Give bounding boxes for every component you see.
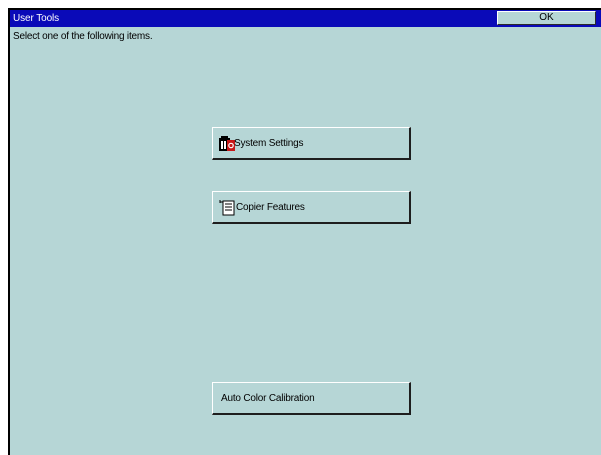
system-settings-icon bbox=[219, 136, 235, 151]
title-bar: User Tools OK bbox=[10, 10, 601, 27]
copier-features-button[interactable]: Copier Features bbox=[212, 191, 411, 224]
ok-button[interactable]: OK bbox=[497, 11, 596, 25]
window-title: User Tools bbox=[13, 13, 60, 24]
user-tools-panel: User Tools OK Select one of the followin… bbox=[10, 10, 601, 455]
system-settings-button[interactable]: System Settings bbox=[212, 127, 411, 160]
auto-color-calibration-button[interactable]: Auto Color Calibration bbox=[212, 382, 411, 415]
system-settings-label: System Settings bbox=[234, 138, 304, 149]
auto-color-calibration-label: Auto Color Calibration bbox=[221, 393, 315, 404]
screen-frame: User Tools OK Select one of the followin… bbox=[8, 8, 601, 455]
copier-features-icon bbox=[219, 200, 235, 216]
instruction-text: Select one of the following items. bbox=[13, 31, 153, 42]
copier-features-label: Copier Features bbox=[236, 202, 305, 213]
